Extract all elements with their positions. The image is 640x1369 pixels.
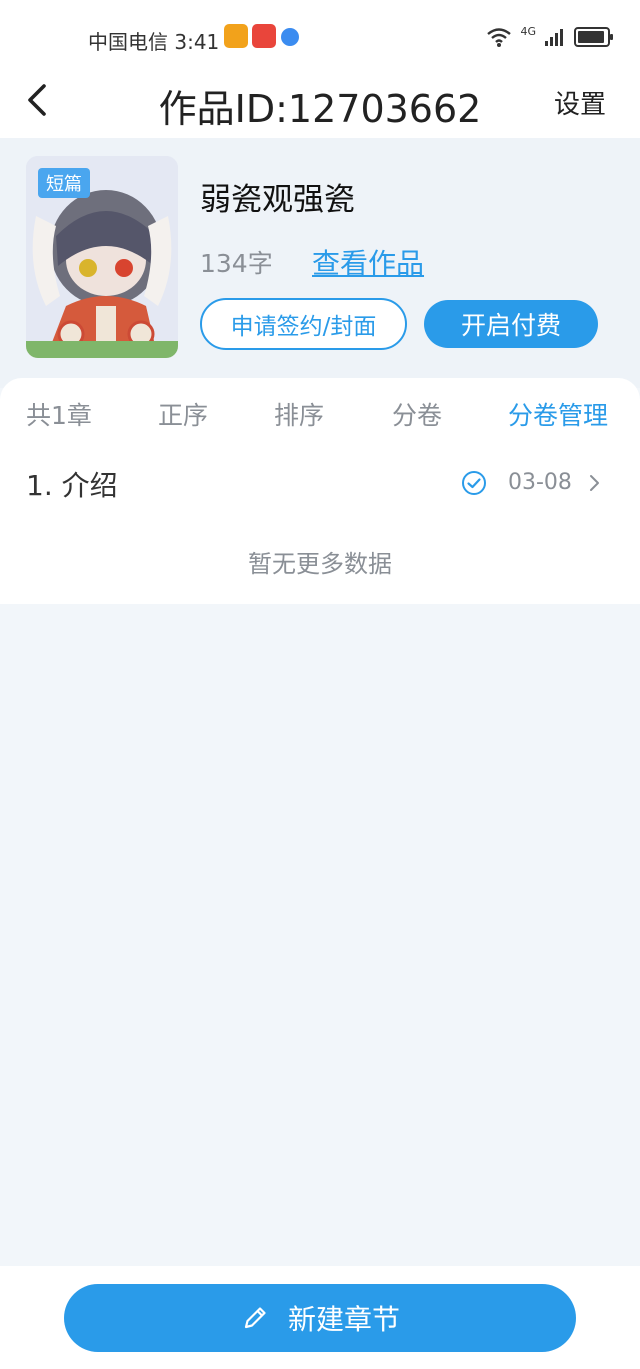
word-count: 134字: [200, 249, 273, 278]
work-title: 弱瓷观强瓷: [200, 182, 355, 218]
chevron-right-icon: [590, 475, 599, 491]
bottom-bar: 新建章节: [0, 1266, 640, 1369]
chapter-title: 1. 介绍: [26, 469, 118, 502]
tab-volume[interactable]: 分卷: [392, 396, 442, 432]
app-store-notification-icon: [252, 24, 276, 48]
wifi-icon: [487, 28, 512, 47]
chapter-count: 共1章: [26, 401, 92, 430]
header: 作品ID:12703662 设置: [0, 72, 640, 138]
tab-volume-management[interactable]: 分卷管理: [508, 396, 608, 432]
no-more-data-text: 暂无更多数据: [248, 550, 392, 578]
chapter-date: 03-08: [508, 470, 572, 495]
enable-payment-button[interactable]: 开启付费: [424, 300, 598, 348]
apply-contract-cover-button[interactable]: 申请签约/封面: [200, 298, 407, 350]
signal-icon: [545, 29, 563, 46]
tab-sort[interactable]: 排序: [274, 396, 324, 432]
settings-button[interactable]: 设置: [554, 84, 606, 121]
published-check-icon: [462, 471, 486, 495]
carrier-time: 中国电信 3:41: [88, 30, 220, 54]
app-notification-icon: [224, 24, 248, 48]
short-story-badge: 短篇: [38, 168, 90, 198]
tab-ascending-order[interactable]: 正序: [158, 396, 208, 432]
battery-icon: [574, 27, 613, 47]
new-chapter-button[interactable]: 新建章节: [64, 1284, 576, 1352]
pencil-icon: [244, 1307, 266, 1329]
new-chapter-label: 新建章节: [287, 1303, 400, 1336]
page-title: 作品ID:12703662: [158, 87, 482, 131]
browser-notification-icon: [281, 28, 299, 46]
network-type: 4G: [520, 24, 536, 38]
work-cover[interactable]: 短篇: [26, 156, 178, 358]
work-info-section: 短篇 弱瓷观强瓷 134字 查看作品 申请签约/封面 开启付费: [0, 138, 640, 388]
chapter-row[interactable]: 1. 介绍 03-08: [0, 458, 640, 514]
chapter-panel: 共1章 正序 排序 分卷 分卷管理 1. 介绍 03-08 暂无更多数据: [0, 378, 640, 604]
status-indicators: 4G: [486, 24, 613, 50]
view-work-link[interactable]: 查看作品: [312, 242, 424, 282]
status-bar: 中国电信 3:41 4G: [0, 0, 640, 72]
